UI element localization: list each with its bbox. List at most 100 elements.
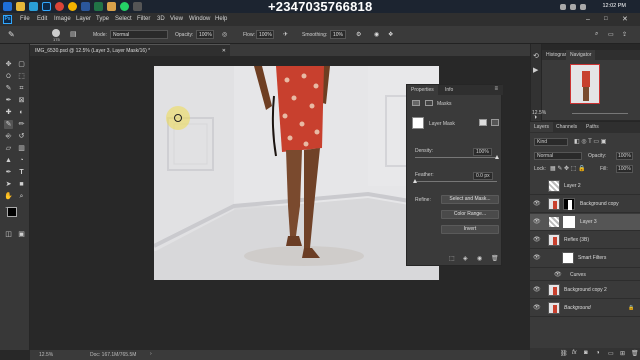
- filter-icons[interactable]: ◧ ◎ T ▭ ▣: [574, 138, 606, 145]
- visibility-icon-hidden[interactable]: [533, 183, 540, 189]
- navigator-zoom[interactable]: 12.5%: [532, 110, 546, 116]
- quick-select-tool-icon[interactable]: ✎: [4, 84, 13, 93]
- tab-channels[interactable]: Channels: [552, 122, 581, 132]
- visibility-eye-icon[interactable]: 👁: [533, 201, 541, 207]
- layer-name[interactable]: Background copy: [580, 201, 619, 207]
- adjustment-layer-icon[interactable]: ◑: [596, 350, 600, 356]
- quick-mask-icon[interactable]: ◫: [4, 230, 13, 239]
- menu-layer[interactable]: Layer: [76, 16, 91, 22]
- chrome-icon-2[interactable]: [68, 2, 77, 11]
- smoothing-field[interactable]: 10%: [330, 30, 346, 39]
- layer-name[interactable]: Layer 2: [564, 183, 581, 189]
- history-panel-icon[interactable]: ⟲: [533, 52, 539, 60]
- tab-info[interactable]: Info: [441, 85, 457, 95]
- menu-window[interactable]: Window: [189, 16, 210, 22]
- chrome-icon[interactable]: [55, 2, 64, 11]
- brush-tool-icon[interactable]: ✎: [8, 30, 15, 39]
- blur-tool-icon[interactable]: ▲: [4, 156, 13, 165]
- navigator-thumbnail[interactable]: [570, 64, 600, 104]
- menu-help[interactable]: Help: [215, 16, 227, 22]
- menu-type[interactable]: Type: [96, 16, 109, 22]
- menu-3d[interactable]: 3D: [157, 16, 165, 22]
- layer-row-smart-filters[interactable]: 👁 Smart Filters: [530, 250, 640, 268]
- pixel-mask-icon[interactable]: [412, 100, 420, 106]
- feather-value[interactable]: 0.0 px: [473, 172, 493, 180]
- actions-panel-icon[interactable]: ▶: [533, 66, 538, 74]
- layer-name[interactable]: Layer 3: [580, 219, 597, 225]
- fill-value[interactable]: 100%: [616, 165, 633, 173]
- system-clock[interactable]: 12:02 PM: [602, 3, 626, 9]
- layer-name[interactable]: Reflex (3B): [564, 237, 589, 243]
- photoshop-taskbar-icon[interactable]: [42, 2, 51, 11]
- layer-row-background[interactable]: 👁 Background 🔒: [530, 300, 640, 317]
- navigator-zoom-slider[interactable]: [572, 113, 628, 114]
- document-canvas-image[interactable]: [154, 66, 439, 280]
- search-icon[interactable]: ⌕: [595, 31, 598, 38]
- airbrush-icon[interactable]: ✈: [283, 31, 288, 38]
- layer-opacity-value[interactable]: 100%: [616, 152, 633, 160]
- visibility-eye-icon[interactable]: 👁: [533, 287, 541, 293]
- pressure-size-icon[interactable]: ◉: [374, 31, 379, 38]
- close-tab-icon[interactable]: ✕: [222, 48, 226, 54]
- add-pixel-mask-icon[interactable]: [479, 119, 487, 126]
- visibility-eye-icon[interactable]: 👁: [533, 305, 541, 311]
- app-icon[interactable]: [133, 2, 142, 11]
- tray-network-icon[interactable]: [560, 4, 566, 10]
- brush-settings-icon[interactable]: ▤: [70, 30, 77, 38]
- document-tab[interactable]: IMG_6530.psd @ 12.5% (Layer 3, Layer Mas…: [30, 44, 230, 56]
- workspace-icon[interactable]: ▭: [608, 31, 614, 38]
- zoom-tool-icon[interactable]: ⌕: [17, 192, 26, 201]
- visibility-eye-icon[interactable]: 👁: [533, 255, 541, 261]
- flow-field[interactable]: 100%: [256, 30, 274, 39]
- move-tool-icon[interactable]: ✥: [4, 60, 13, 69]
- tab-navigator[interactable]: Navigator: [566, 50, 596, 60]
- tab-layers[interactable]: Layers: [530, 122, 554, 132]
- apply-mask-icon[interactable]: ◈: [463, 255, 468, 262]
- new-group-icon[interactable]: ▭: [608, 350, 614, 357]
- visibility-eye-icon[interactable]: 👁: [554, 272, 562, 278]
- density-slider-thumb[interactable]: [495, 155, 499, 159]
- symmetry-icon[interactable]: ❖: [388, 31, 393, 38]
- zoom-level[interactable]: 12.5%: [39, 352, 53, 358]
- pressure-opacity-icon[interactable]: ◎: [222, 31, 227, 38]
- close-icon[interactable]: ✕: [622, 15, 628, 23]
- history-brush-tool-icon[interactable]: ↺: [17, 132, 26, 141]
- menu-image[interactable]: Image: [54, 16, 71, 22]
- foreground-color-swatch[interactable]: [7, 207, 17, 217]
- layer-row-background-copy-2[interactable]: 👁 Background copy 2: [530, 282, 640, 299]
- edge-browser-icon[interactable]: [29, 2, 38, 11]
- menu-view[interactable]: View: [170, 16, 183, 22]
- eyedropper-tool-icon[interactable]: ✒: [4, 96, 13, 105]
- delete-layer-icon[interactable]: 🗑: [631, 350, 639, 357]
- marquee-tool-icon[interactable]: ⬚: [17, 72, 26, 81]
- lock-icons[interactable]: ▦ ✎ ✥ ⬚ 🔒: [550, 165, 586, 172]
- density-slider-track[interactable]: [415, 157, 497, 158]
- layer-name[interactable]: Background copy 2: [564, 287, 607, 293]
- file-explorer-icon[interactable]: [16, 2, 25, 11]
- type-tool-icon[interactable]: T: [17, 168, 26, 177]
- maximize-icon[interactable]: □: [604, 16, 608, 22]
- smart-filters-label[interactable]: Smart Filters: [578, 255, 606, 261]
- layer-style-icon[interactable]: fx: [572, 350, 577, 356]
- folder-icon[interactable]: [107, 2, 116, 11]
- brush-tool-icon-active[interactable]: ✎: [4, 120, 13, 129]
- feather-slider-track[interactable]: [415, 181, 497, 182]
- panel-menu-icon[interactable]: ≡: [494, 86, 498, 92]
- color-range-button[interactable]: Color Range...: [441, 210, 499, 219]
- opacity-field[interactable]: 100%: [196, 30, 214, 39]
- share-icon[interactable]: ⇪: [622, 31, 627, 38]
- density-value[interactable]: 100%: [473, 148, 492, 156]
- lasso-tool-icon[interactable]: ଠ: [4, 72, 13, 81]
- status-menu-icon[interactable]: ›: [150, 351, 152, 357]
- feather-slider-thumb[interactable]: [413, 179, 417, 183]
- patch-tool-icon[interactable]: ◐: [17, 108, 26, 117]
- word-icon[interactable]: [81, 2, 90, 11]
- disable-mask-icon[interactable]: ◉: [477, 255, 482, 262]
- minimize-icon[interactable]: –: [586, 16, 590, 23]
- mode-select[interactable]: Normal: [110, 30, 168, 39]
- layer-row-layer-2[interactable]: Layer 2: [530, 178, 640, 195]
- select-and-mask-button[interactable]: Select and Mask...: [441, 195, 499, 204]
- excel-icon[interactable]: [94, 2, 103, 11]
- layer-row-smart-object[interactable]: 👁 Reflex (3B): [530, 232, 640, 249]
- visibility-eye-icon[interactable]: 👁: [533, 219, 541, 225]
